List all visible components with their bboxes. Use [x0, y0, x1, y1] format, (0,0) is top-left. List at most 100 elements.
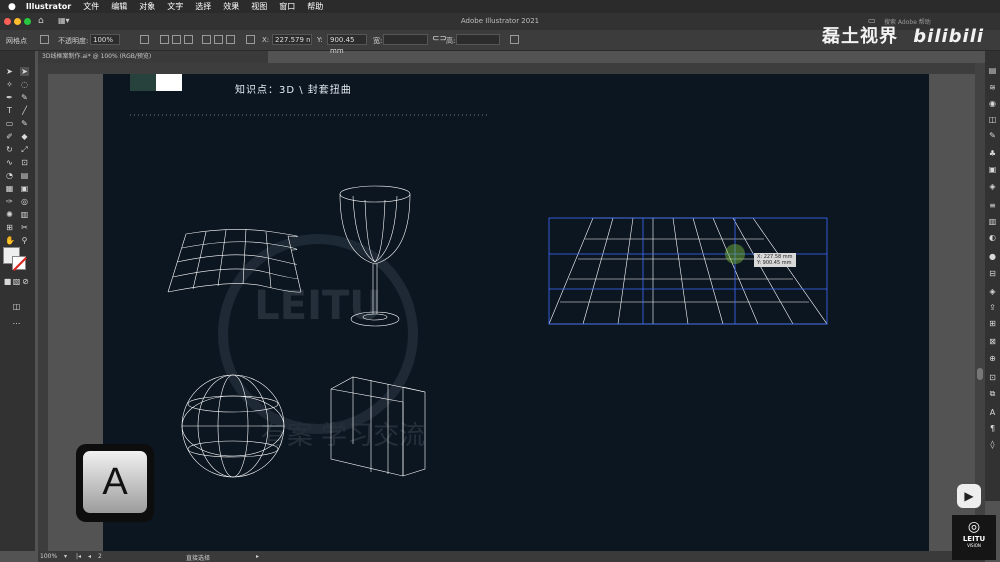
align-middle-icon[interactable]: [214, 35, 223, 44]
symbols-panel-icon[interactable]: ♣: [988, 149, 997, 158]
sphere-wireframe[interactable]: [181, 374, 285, 478]
scrollbar-thumb[interactable]: [977, 368, 983, 380]
menu-item-window[interactable]: 窗口: [279, 1, 295, 12]
color-mode-icon[interactable]: ■: [3, 277, 12, 286]
magic-wand-icon[interactable]: ✧: [5, 80, 14, 89]
paragraph-panel-icon[interactable]: ¶: [988, 424, 997, 433]
artboards-panel-icon[interactable]: ⊞: [988, 319, 997, 328]
stroke-color-swatch[interactable]: [12, 256, 28, 272]
artboard-number-field[interactable]: 2: [98, 553, 102, 560]
pathfinder-panel-icon[interactable]: ⊠: [988, 337, 997, 346]
gradient-tool-icon[interactable]: ▣: [20, 184, 29, 193]
links-panel-icon[interactable]: ⊡: [988, 373, 997, 382]
swatches-panel-icon[interactable]: ◫: [988, 115, 997, 124]
menu-item-help[interactable]: 帮助: [307, 1, 323, 12]
symbol-sprayer-icon[interactable]: ✺: [5, 210, 14, 219]
artboard-tool-icon[interactable]: ⊞: [5, 223, 14, 232]
direct-selection-tool-icon[interactable]: ➤: [20, 67, 29, 76]
appearance-panel-icon[interactable]: ◈: [988, 182, 997, 191]
warp-tool-icon[interactable]: ∿: [5, 158, 14, 167]
hand-tool-icon[interactable]: ✋: [5, 236, 15, 245]
menu-item-edit[interactable]: 编辑: [111, 1, 127, 12]
eyedropper-icon[interactable]: ✑: [5, 197, 14, 206]
color-panel-icon[interactable]: ◉: [988, 99, 997, 108]
menu-item-select[interactable]: 选择: [195, 1, 211, 12]
character-panel-icon[interactable]: A: [988, 408, 997, 417]
document-tab[interactable]: 3D线框案制作.ai* @ 100% (RGB/预览): [38, 51, 268, 63]
video-play-icon[interactable]: ▶: [957, 484, 981, 508]
graph-tool-icon[interactable]: ▥: [20, 210, 29, 219]
zoom-tool-icon[interactable]: ⚲: [20, 236, 29, 245]
menu-item-file[interactable]: 文件: [83, 1, 99, 12]
draw-mode-icon[interactable]: ◫: [12, 302, 21, 311]
align-to-icon[interactable]: [140, 35, 149, 44]
mesh-tool-icon[interactable]: ▦: [5, 184, 14, 193]
lasso-tool-icon[interactable]: ◌: [20, 80, 29, 89]
more-tools-icon[interactable]: …: [12, 317, 21, 326]
rectangle-tool-icon[interactable]: ▭: [5, 119, 14, 128]
rotate-tool-icon[interactable]: ↻: [5, 145, 14, 154]
reference-point-icon[interactable]: [246, 35, 255, 44]
perspective-grid-icon[interactable]: ▤: [20, 171, 29, 180]
artboard[interactable]: LEITU 有案 学习交流 知识点：3D \ 封套扭曲 X: 227.58 mm…: [103, 74, 929, 551]
menu-item-object[interactable]: 对象: [139, 1, 155, 12]
zoom-dropdown-icon[interactable]: ▾: [64, 553, 67, 560]
zoom-level-field[interactable]: 100%: [40, 553, 57, 560]
align-top-icon[interactable]: [202, 35, 211, 44]
blend-tool-icon[interactable]: ◎: [20, 197, 29, 206]
align-panel-icon[interactable]: ⊟: [988, 269, 997, 278]
opentype-panel-icon[interactable]: ◊: [988, 440, 997, 449]
prev-artboard-icon[interactable]: ◂: [88, 553, 91, 560]
shaper-tool-icon[interactable]: ✐: [5, 132, 14, 141]
brushes-panel-icon[interactable]: ✎: [988, 131, 997, 140]
properties-panel-icon[interactable]: ▤: [988, 66, 997, 75]
graphic-styles-icon[interactable]: ▣: [988, 165, 997, 174]
app-menu[interactable]: Illustrator: [26, 2, 71, 11]
layers-panel-icon[interactable]: ◈: [988, 287, 997, 296]
asset-export-icon[interactable]: ⧉: [988, 389, 997, 398]
align-right-icon[interactable]: [184, 35, 193, 44]
link-proportions-icon[interactable]: ⊂⊃: [432, 34, 447, 44]
align-left-icon[interactable]: [160, 35, 169, 44]
paintbrush-icon[interactable]: ✎: [20, 119, 29, 128]
transform-icon[interactable]: [510, 35, 519, 44]
gradient-panel-icon[interactable]: ▥: [988, 217, 997, 226]
slice-tool-icon[interactable]: ✂: [20, 223, 29, 232]
stroke-panel-icon[interactable]: ≡: [988, 201, 997, 210]
export-panel-icon[interactable]: ⇪: [988, 303, 997, 312]
x-position-field[interactable]: 227.579 n: [272, 34, 312, 45]
type-tool-icon[interactable]: T: [5, 106, 14, 115]
selection-tool-icon[interactable]: ➤: [5, 67, 14, 76]
none-mode-icon[interactable]: ⊘: [21, 277, 30, 286]
eraser-tool-icon[interactable]: ◆: [20, 132, 29, 141]
libraries-panel-icon[interactable]: ≋: [988, 83, 997, 92]
y-position-field[interactable]: 900.45 mm: [327, 34, 367, 55]
first-artboard-icon[interactable]: |◂: [76, 553, 81, 560]
align-center-icon[interactable]: [172, 35, 181, 44]
envelope-selection-bounds[interactable]: [548, 217, 828, 325]
pen-tool-icon[interactable]: ✒: [5, 93, 14, 102]
menu-item-effect[interactable]: 效果: [223, 1, 239, 12]
free-transform-icon[interactable]: ⊡: [20, 158, 29, 167]
menu-item-view[interactable]: 视图: [251, 1, 267, 12]
menu-item-type[interactable]: 文字: [167, 1, 183, 12]
fill-swatch[interactable]: [40, 35, 49, 44]
shape-builder-icon[interactable]: ◔: [5, 171, 14, 180]
status-menu-icon[interactable]: ▸: [256, 553, 259, 560]
opacity-field[interactable]: 100%: [90, 34, 120, 45]
vertical-ruler[interactable]: [38, 74, 48, 551]
perspective-grid-wireframe[interactable]: [548, 217, 828, 325]
align-bottom-icon[interactable]: [226, 35, 235, 44]
height-field[interactable]: [456, 34, 500, 45]
gradient-mode-icon[interactable]: ▧: [12, 277, 21, 286]
transform-panel-icon[interactable]: ⊕: [988, 354, 997, 363]
keystroke-badge: A: [76, 444, 154, 522]
curvature-tool-icon[interactable]: ✎: [20, 93, 29, 102]
transparency-panel-icon[interactable]: ◐: [988, 233, 997, 242]
appearance-icon[interactable]: ●: [988, 252, 997, 261]
scale-tool-icon[interactable]: ⤢: [20, 145, 29, 154]
vertical-scrollbar[interactable]: [975, 63, 985, 551]
apple-icon[interactable]: ●: [8, 2, 16, 12]
width-field[interactable]: [383, 34, 428, 45]
line-tool-icon[interactable]: ╱: [20, 106, 29, 115]
